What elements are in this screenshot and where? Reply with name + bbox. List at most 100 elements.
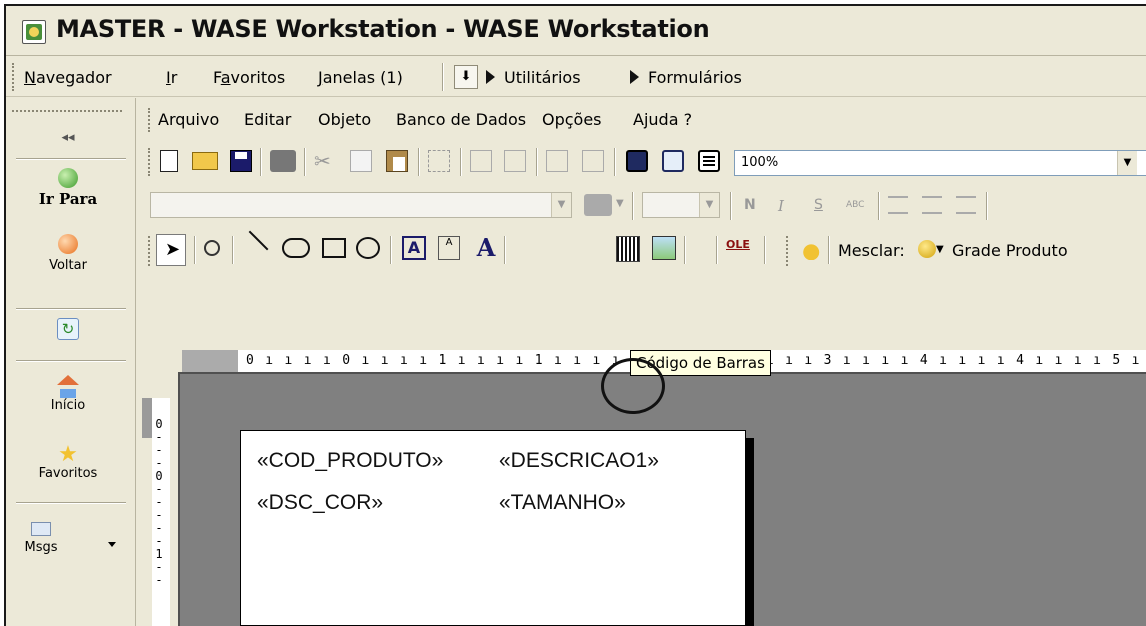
print-icon[interactable] [270, 150, 296, 172]
image-tool-icon[interactable] [652, 236, 676, 260]
toolbar-grip[interactable] [148, 236, 151, 266]
arrow-left-icon [58, 234, 78, 254]
rectangle-tool-icon[interactable] [322, 238, 346, 258]
home-label: Início [50, 398, 86, 413]
envelope-icon [31, 522, 51, 536]
app-icon [22, 20, 46, 44]
select-all-icon[interactable] [428, 150, 450, 172]
separator [878, 192, 880, 220]
menu-navegador[interactable]: Navegador [24, 68, 112, 87]
separator [764, 236, 766, 264]
ole-object-icon[interactable]: OLE [726, 238, 754, 260]
text-frame-tool-icon[interactable]: A [402, 236, 426, 260]
pointer-tool-button[interactable]: ➤ [156, 234, 186, 266]
field-descricao1[interactable]: «DESCRICAO1» [499, 449, 659, 473]
format-toolbar: ▼ ▼ ▼ N I S ABC [138, 184, 1146, 228]
ruler-corner [182, 350, 238, 372]
zoom-select[interactable]: 100% ▼ [734, 150, 1146, 176]
align-center-icon[interactable] [922, 196, 942, 214]
merge-icon[interactable] [798, 238, 820, 260]
toolbar-grip[interactable] [12, 63, 15, 91]
separator [614, 148, 616, 176]
font-name-select[interactable]: ▼ [150, 192, 572, 218]
chevron-down-icon[interactable]: ▼ [699, 193, 719, 217]
separator [504, 236, 506, 264]
back-label: Voltar [49, 258, 87, 273]
separator [418, 148, 420, 176]
messages-button[interactable]: Msgs [6, 516, 76, 555]
separator [16, 502, 126, 504]
field-tamanho[interactable]: «TAMANHO» [499, 491, 626, 515]
favorites-button[interactable]: ★ Favoritos [6, 444, 130, 482]
page-layout-icon[interactable] [698, 150, 720, 172]
messages-label: Msgs [24, 540, 58, 555]
align-left-icon[interactable] [888, 196, 908, 214]
group-icon[interactable] [546, 150, 568, 172]
align-grid-icon[interactable] [470, 150, 492, 172]
menu-favoritos[interactable]: Favoritos [213, 68, 285, 87]
merge-source[interactable]: Grade Produto [952, 241, 1068, 260]
separator [16, 308, 126, 310]
separator [986, 192, 988, 220]
text-field-tool-icon[interactable]: A [438, 236, 460, 260]
pointer-icon: ➤ [165, 239, 181, 260]
menu-arquivo[interactable]: Arquivo [158, 110, 219, 129]
printer-font-icon[interactable] [584, 194, 612, 216]
breadcrumb-utilitarios[interactable]: Utilitários [504, 68, 581, 87]
separator [232, 236, 234, 264]
go-to-button[interactable]: Ir Para [6, 168, 130, 208]
home-button[interactable]: Início [6, 374, 130, 413]
toolbar-grip[interactable] [786, 236, 789, 266]
bold-button[interactable]: N [744, 197, 756, 213]
paste-icon[interactable] [386, 150, 408, 172]
collapse-button[interactable]: ◂◂ [6, 130, 130, 145]
save-icon[interactable] [230, 150, 252, 172]
menu-janelas[interactable]: Janelas (1) [318, 68, 403, 87]
ellipse-tool-icon[interactable] [356, 237, 380, 259]
italic-button[interactable]: I [778, 197, 784, 215]
text-tool-icon[interactable]: A [474, 234, 498, 262]
refresh-button[interactable]: ↻ [6, 318, 130, 340]
title-bar: MASTER - WASE Workstation - WASE Worksta… [6, 6, 1146, 56]
chevron-down-icon[interactable]: ▼ [616, 198, 624, 209]
breadcrumb-formularios[interactable]: Formulários [648, 68, 742, 87]
new-document-icon[interactable] [160, 150, 178, 172]
toolbar-grip[interactable] [148, 148, 151, 176]
menu-editar[interactable]: Editar [244, 110, 291, 129]
separator [16, 158, 126, 160]
chevron-down-icon[interactable]: ▼ [936, 244, 944, 255]
ungroup-icon[interactable] [582, 150, 604, 172]
cut-icon[interactable]: ✂ [314, 150, 336, 172]
open-folder-icon[interactable] [192, 152, 218, 170]
line-tool-icon[interactable] [241, 230, 269, 258]
menu-objeto[interactable]: Objeto [318, 110, 371, 129]
messages-dropdown-icon[interactable] [108, 542, 116, 547]
chevron-down-icon[interactable]: ▼ [551, 193, 571, 217]
bring-front-icon[interactable] [626, 150, 648, 172]
field-dsc-cor[interactable]: «DSC_COR» [257, 491, 383, 515]
database-icon[interactable] [918, 240, 936, 258]
favorites-label: Favoritos [38, 466, 98, 481]
menu-banco-de-dados[interactable]: Banco de Dados [396, 110, 526, 129]
panel-grip[interactable] [12, 110, 122, 112]
align-center-icon[interactable] [504, 150, 526, 172]
menu-ir[interactable]: Ir [166, 68, 177, 87]
align-right-icon[interactable] [956, 196, 976, 214]
toolbar-grip[interactable] [148, 108, 151, 132]
field-cod-produto[interactable]: «COD_PRODUTO» [257, 449, 443, 473]
zoom-tool-icon[interactable] [204, 240, 220, 256]
font-size-select[interactable]: ▼ [642, 192, 720, 218]
rounded-rect-tool-icon[interactable] [282, 238, 310, 258]
copy-icon[interactable] [350, 150, 372, 172]
barcode-tool-icon[interactable] [616, 236, 640, 262]
send-back-icon[interactable] [662, 150, 684, 172]
caps-button[interactable]: ABC [846, 200, 864, 210]
menu-ajuda[interactable]: Ajuda ? [633, 110, 692, 129]
history-down-button[interactable]: ⬇ [454, 65, 478, 89]
strikethrough-button[interactable]: S [814, 197, 823, 213]
label-design-area[interactable]: «COD_PRODUTO» «DESCRICAO1» «DSC_COR» «TA… [240, 430, 746, 626]
menu-opcoes[interactable]: Opções [542, 110, 602, 129]
separator [460, 148, 462, 176]
back-button[interactable]: Voltar [6, 234, 130, 273]
chevron-down-icon[interactable]: ▼ [1117, 151, 1137, 175]
